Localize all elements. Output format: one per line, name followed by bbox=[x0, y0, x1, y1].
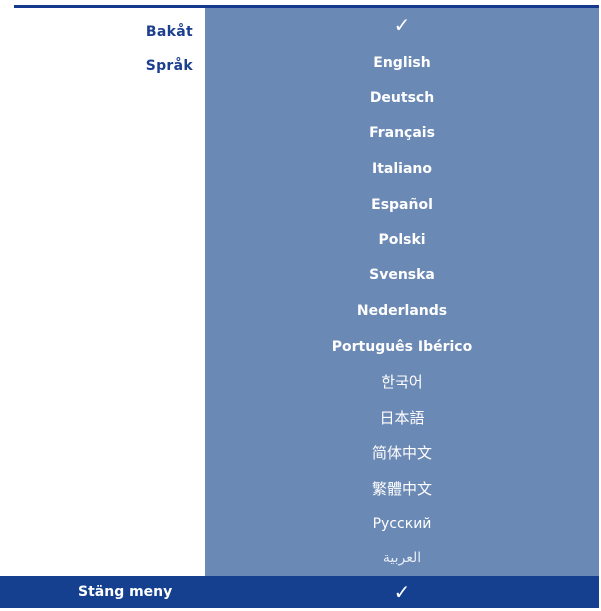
language-label: Språk bbox=[145, 58, 193, 74]
language-option-francais[interactable]: Français bbox=[205, 116, 599, 150]
language-menu-osd: Bakåt Språk ✓ English Deutsch Français I… bbox=[0, 0, 601, 611]
language-option-deutsch[interactable]: Deutsch bbox=[205, 81, 599, 115]
close-checkmark-icon[interactable]: ✓ bbox=[205, 576, 599, 608]
close-menu-label[interactable]: Stäng meny bbox=[78, 576, 172, 608]
close-menu-bar[interactable]: Stäng meny ✓ bbox=[0, 576, 599, 608]
language-option-simplified-chinese[interactable]: 简体中文 bbox=[205, 436, 599, 470]
back-checkmark-icon[interactable]: ✓ bbox=[205, 8, 599, 42]
language-option-traditional-chinese[interactable]: 繁體中文 bbox=[205, 472, 599, 506]
language-option-english[interactable]: English bbox=[205, 46, 599, 80]
language-option-korean[interactable]: 한국어 bbox=[205, 365, 599, 399]
language-option-russian[interactable]: Русский bbox=[205, 507, 599, 541]
menu-labels-column: Bakåt Språk bbox=[0, 8, 205, 576]
back-label[interactable]: Bakåt bbox=[146, 24, 193, 40]
language-option-italiano[interactable]: Italiano bbox=[205, 152, 599, 186]
language-option-espanol[interactable]: Español bbox=[205, 188, 599, 222]
language-option-svenska[interactable]: Svenska bbox=[205, 258, 599, 292]
language-option-arabic[interactable]: العربية bbox=[205, 541, 599, 575]
language-options-panel: ✓ English Deutsch Français Italiano Espa… bbox=[205, 8, 599, 576]
language-option-japanese[interactable]: 日本語 bbox=[205, 401, 599, 435]
language-option-polski[interactable]: Polski bbox=[205, 223, 599, 257]
language-option-nederlands[interactable]: Nederlands bbox=[205, 294, 599, 328]
language-option-portugues[interactable]: Português Ibérico bbox=[205, 330, 599, 364]
